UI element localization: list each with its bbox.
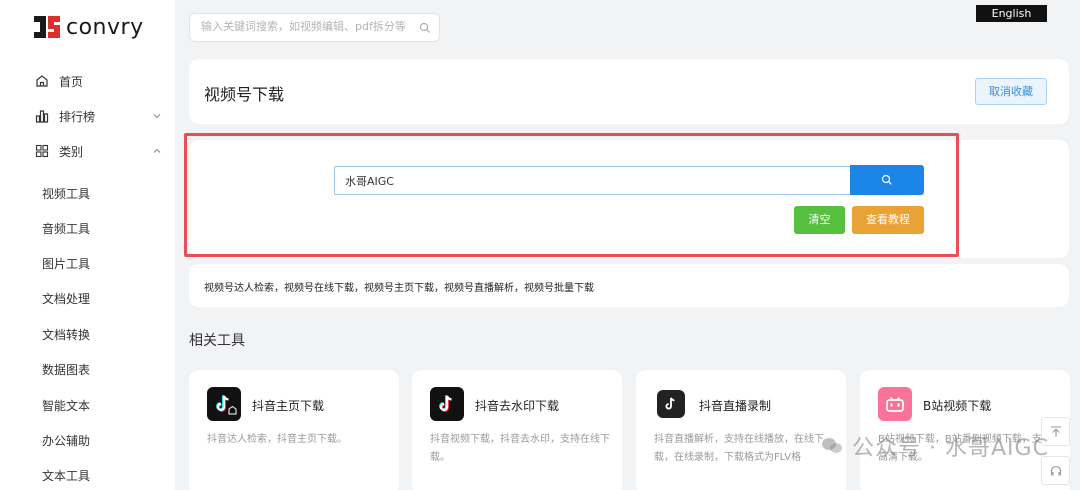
grid-icon — [34, 143, 50, 159]
related-tool-desc: 抖音视频下载，抖音去水印，支持在线下载。 — [430, 434, 610, 463]
nav-categories[interactable]: 类别 — [34, 141, 162, 161]
title-card: 视频号下载 取消收藏 — [189, 59, 1069, 124]
tiktok-home-icon — [207, 387, 241, 421]
tiktok-icon — [430, 387, 464, 421]
arrow-up-icon — [1050, 425, 1061, 437]
related-tool-card[interactable]: 抖音去水印下载 抖音视频下载，抖音去水印，支持在线下载。 — [412, 370, 622, 490]
nav-home-label: 首页 — [59, 74, 84, 89]
related-tool-desc: 抖音直播解析，支持在线播放，在线下载，在线录制，下载格式为FLV格 — [654, 434, 824, 463]
sidebar-sub-item[interactable]: 文档转换 — [42, 326, 90, 344]
video-url-input[interactable] — [334, 166, 850, 195]
related-tool-name: B站视频下载 — [923, 399, 992, 413]
sidebar-sub-item[interactable]: 办公辅助 — [42, 432, 90, 450]
top-search-input[interactable] — [201, 20, 406, 33]
unfavorite-button[interactable]: 取消收藏 — [975, 78, 1047, 105]
related-tool-card[interactable]: 抖音主页下载 抖音达人检索，抖音主页下载。 — [189, 370, 399, 490]
chevron-up-icon — [153, 148, 161, 153]
nav-categories-label: 类别 — [59, 144, 84, 159]
sidebar-sub-item[interactable]: 视频工具 — [42, 185, 90, 203]
nav-home[interactable]: 首页 — [34, 71, 162, 91]
related-tool-name: 抖音去水印下载 — [475, 399, 560, 413]
sidebar-sub-item[interactable]: 文本工具 — [42, 467, 90, 485]
watermark-text: 公众号 · 水哥AIGC — [852, 436, 1049, 461]
top-search-box[interactable] — [189, 13, 440, 42]
tiktok-icon — [657, 390, 685, 418]
tutorial-button[interactable]: 查看教程 — [852, 206, 924, 234]
search-icon[interactable] — [419, 22, 431, 34]
sidebar-sub-item[interactable]: 音频工具 — [42, 220, 90, 238]
tool-card — [189, 140, 1069, 258]
related-tool-name: 抖音主页下载 — [252, 399, 325, 413]
nav-ranking[interactable]: 排行榜 — [34, 106, 162, 126]
chevron-down-icon — [153, 114, 161, 119]
convry-logo-icon — [34, 16, 60, 38]
sidebar-sub-item[interactable]: 文档处理 — [42, 290, 90, 308]
watermark: 公众号 · 水哥AIGC — [820, 430, 1049, 462]
bilibili-icon — [878, 387, 912, 421]
brand-logo[interactable]: convry — [32, 12, 144, 42]
tool-tags: 视频号达人检索，视频号在线下载，视频号主页下载，视频号直播解析，视频号批量下载 — [204, 283, 594, 294]
clear-button[interactable]: 清空 — [794, 206, 845, 234]
page-title: 视频号下载 — [204, 85, 285, 104]
related-tool-desc: 抖音达人检索，抖音主页下载。 — [207, 434, 347, 445]
related-tool-name: 抖音直播录制 — [699, 399, 772, 413]
related-tools-title: 相关工具 — [189, 333, 245, 349]
brand-name: convry — [66, 14, 144, 40]
bar-chart-icon — [34, 108, 50, 124]
sidebar-sub-item[interactable]: 智能文本 — [42, 397, 90, 415]
sidebar-sub-item[interactable]: 图片工具 — [42, 255, 90, 273]
related-tool-card[interactable]: 抖音直播录制 抖音直播解析，支持在线播放，在线下载，在线录制，下载格式为FLV格 — [636, 370, 846, 490]
home-icon — [34, 73, 50, 89]
tags-card: 视频号达人检索，视频号在线下载，视频号主页下载，视频号直播解析，视频号批量下载 — [189, 264, 1069, 307]
wechat-icon — [822, 438, 842, 453]
headset-icon — [1050, 465, 1061, 476]
sidebar: convry 首页 排行榜 类别 视频工具 音频工具 图片工具 文档处理 文档转… — [0, 0, 175, 490]
sidebar-sub-item[interactable]: 数据图表 — [42, 361, 90, 379]
language-button[interactable]: English — [976, 5, 1047, 22]
search-icon — [881, 174, 892, 185]
main-search-button[interactable] — [850, 165, 924, 195]
nav-ranking-label: 排行榜 — [59, 109, 96, 124]
